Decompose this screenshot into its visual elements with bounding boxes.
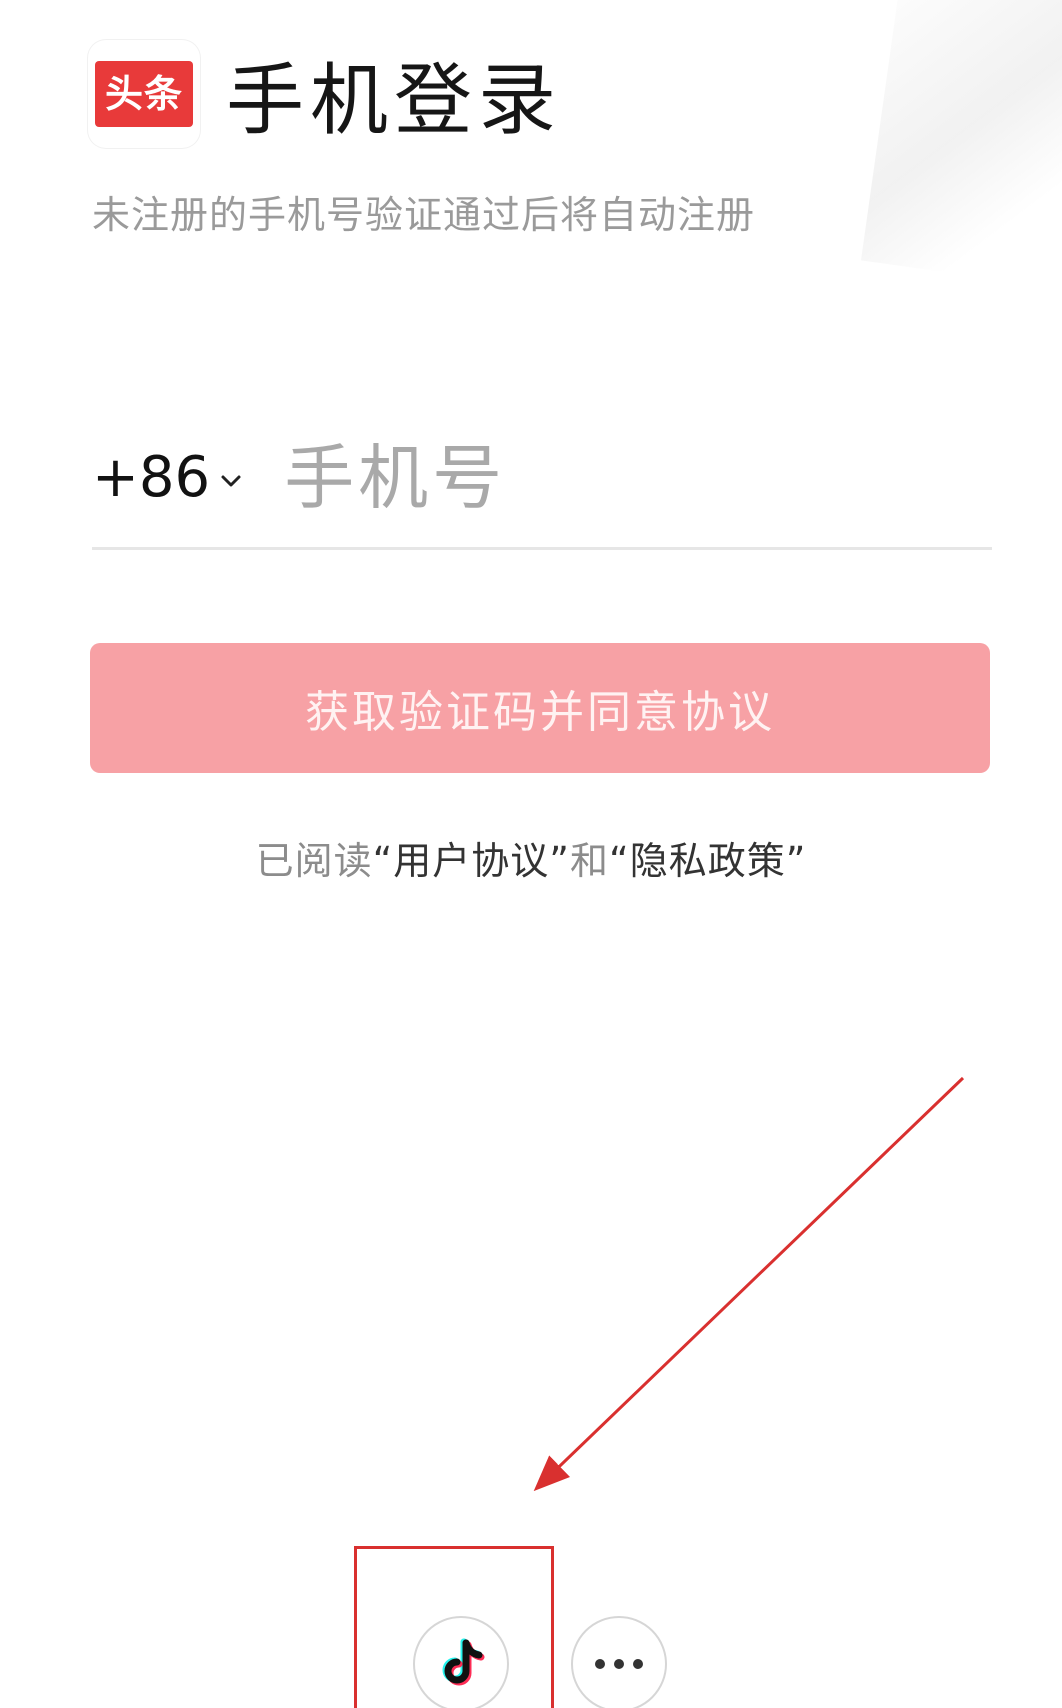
user-agreement-link[interactable]: “用户协议”: [373, 839, 570, 883]
get-code-button[interactable]: 获取验证码并同意协议: [90, 643, 990, 773]
phone-number-input[interactable]: [282, 435, 887, 520]
douyin-login-button[interactable]: [413, 1616, 509, 1708]
header: 头条 手机登录: [88, 38, 562, 150]
country-code-selector[interactable]: +86: [92, 445, 242, 510]
subtitle: 未注册的手机号验证通过后将自动注册: [92, 193, 756, 237]
privacy-policy-link[interactable]: “隐私政策”: [609, 839, 806, 883]
background-decoration: [860, 0, 1062, 297]
more-dots-icon: [595, 1659, 643, 1669]
douyin-icon: [442, 1638, 485, 1686]
chevron-down-icon: [221, 475, 241, 486]
phone-row: +86: [92, 420, 992, 550]
agreement-prefix: 已阅读: [255, 839, 373, 883]
app-logo: 头条: [88, 40, 200, 148]
more-login-options-button[interactable]: [571, 1616, 667, 1708]
app-logo-text: 头条: [94, 61, 193, 127]
agreement-conjunction: 和: [570, 839, 610, 883]
page-title: 手机登录: [226, 56, 563, 146]
country-code-text: +86: [92, 445, 211, 510]
agreement-text: 已阅读“用户协议”和“隐私政策”: [0, 830, 1062, 885]
